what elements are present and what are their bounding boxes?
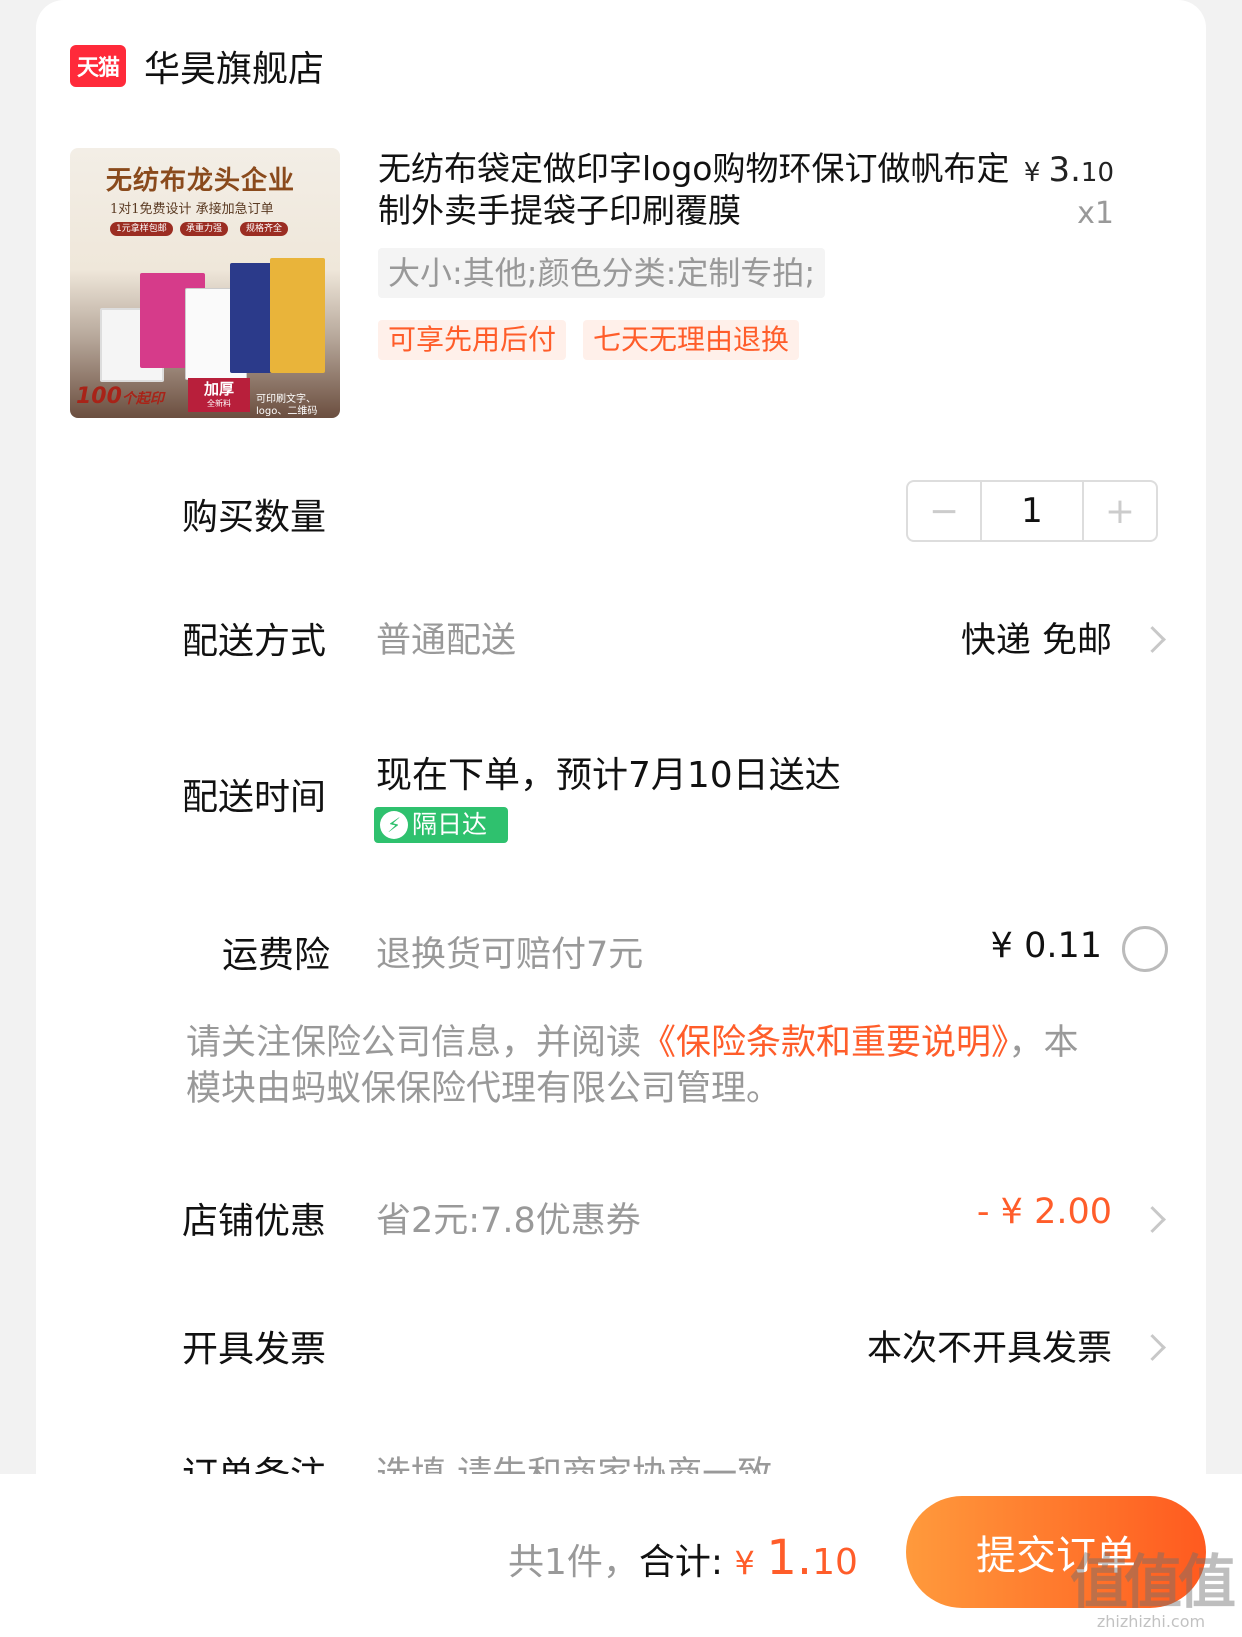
shop-header[interactable]: 天猫 华昊旗舰店	[70, 40, 324, 92]
invoice-value[interactable]: 本次不开具发票	[867, 1320, 1112, 1371]
lightning-icon: ⚡	[380, 811, 408, 839]
thumb-thick-badge: 加厚 全新料	[188, 378, 250, 412]
next-day-badge: ⚡ 隔日达	[374, 807, 508, 843]
insurance-price: ¥ 0.11	[990, 926, 1102, 966]
tag-pay-later: 可享先用后付	[378, 320, 567, 360]
quantity-stepper[interactable]: − 1 +	[906, 480, 1158, 542]
order-total: 共1件，合计: ¥ 1.10	[508, 1530, 858, 1586]
delivery-estimate: 现在下单，预计7月10日送达	[376, 755, 841, 796]
shipping-value[interactable]: 快递 免邮	[961, 612, 1112, 663]
thumb-pill: 规格齐全	[240, 222, 289, 236]
shipping-method: 普通配送	[376, 621, 517, 661]
insurance-desc: 退换货可赔付7元	[376, 935, 644, 975]
thumb-pill: 1元拿样包邮	[110, 222, 173, 236]
decrease-button[interactable]: −	[908, 482, 980, 540]
insurance-terms-link[interactable]: 《保险条款和重要说明》	[641, 1023, 1009, 1063]
thumb-headline: 无纺布龙头企业	[106, 166, 296, 196]
product-sku[interactable]: 大小:其他;颜色分类:定制专拍;	[378, 248, 826, 298]
insurance-radio[interactable]	[1122, 926, 1168, 972]
shop-name[interactable]: 华昊旗舰店	[144, 40, 324, 92]
quantity-label: 购买数量	[182, 497, 327, 538]
watermark: 值值值 zhizhizhi.com	[1069, 1548, 1236, 1631]
increase-button[interactable]: +	[1084, 482, 1156, 540]
insurance-label: 运费险	[222, 935, 331, 976]
coupon-desc: 省2元:7.8优惠券	[376, 1201, 641, 1241]
thumb-pill: 承重力强	[180, 222, 229, 236]
invoice-label: 开具发票	[182, 1329, 327, 1370]
coupon-label: 店铺优惠	[182, 1201, 327, 1242]
tmall-logo: 天猫	[70, 45, 126, 87]
quantity-value[interactable]: 1	[980, 482, 1084, 540]
shipping-label: 配送方式	[182, 621, 327, 662]
product-price: ¥3.10	[1023, 150, 1114, 190]
thumb-subline: 1对1免费设计 承接加急订单	[110, 202, 274, 217]
product-thumbnail[interactable]: 无纺布龙头企业 1对1免费设计 承接加急订单 1元拿样包邮 承重力强 规格齐全 …	[70, 148, 340, 418]
thumb-min-order: 100个起印	[76, 384, 164, 409]
product-quantity: x1	[1077, 196, 1114, 231]
delivery-time-label: 配送时间	[182, 777, 327, 818]
thumb-print-note: 可印刷文字、logo、二维码	[256, 394, 318, 417]
product-title[interactable]: 无纺布袋定做印字logo购物环保订做帆布定制外卖手提袋子印刷覆膜	[378, 148, 1018, 232]
coupon-discount[interactable]: - ¥ 2.00	[977, 1192, 1112, 1232]
tag-seven-day-return: 七天无理由退换	[583, 320, 800, 360]
insurance-notice: 请关注保险公司信息，并阅读《保险条款和重要说明》，本模块由蚂蚁保保险代理有限公司…	[186, 1023, 1079, 1109]
bag-image	[270, 258, 325, 373]
